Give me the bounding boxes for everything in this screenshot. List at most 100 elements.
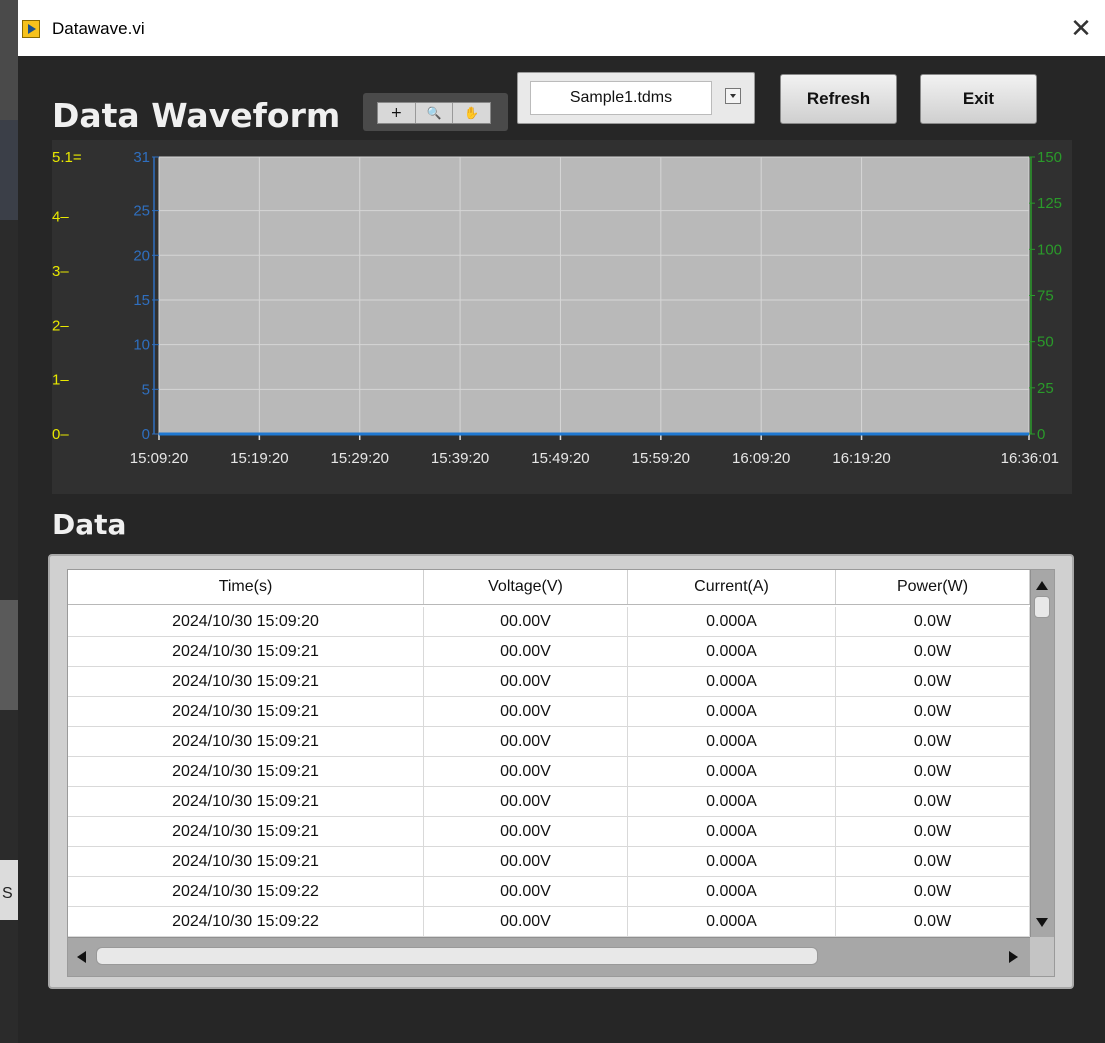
chevron-down-icon[interactable] xyxy=(725,88,741,104)
table-cell: 0.000A xyxy=(628,877,836,906)
column-header-time[interactable]: Time(s) xyxy=(68,570,424,604)
table-cell: 2024/10/30 15:09:21 xyxy=(68,697,424,726)
x-tick-label: 15:19:20 xyxy=(230,450,288,467)
scroll-up-icon[interactable] xyxy=(1036,581,1048,590)
y-tick-label: 1– xyxy=(52,372,69,389)
table-cell: 0.0W xyxy=(836,607,1030,636)
table-cell: 2024/10/30 15:09:21 xyxy=(68,757,424,786)
table-row[interactable]: 2024/10/30 15:09:21 00.00V 0.000A 0.0W xyxy=(68,667,1030,697)
data-table[interactable]: Time(s) Voltage(V) Current(A) Power(W) 2… xyxy=(67,569,1055,977)
exit-button[interactable]: Exit xyxy=(920,74,1037,124)
table-row[interactable]: 2024/10/30 15:09:22 00.00V 0.000A 0.0W xyxy=(68,907,1030,937)
y-tick-label: 4– xyxy=(52,209,69,226)
scroll-down-icon[interactable] xyxy=(1036,918,1048,927)
table-cell: 0.0W xyxy=(836,907,1030,936)
y-tick-label: 10 xyxy=(133,337,150,354)
column-header-voltage[interactable]: Voltage(V) xyxy=(424,570,628,604)
table-cell: 0.000A xyxy=(628,727,836,756)
graph-palette: + 🔍 ✋ xyxy=(363,93,508,131)
front-panel: Data Waveform + 🔍 ✋ Sample1.tdms Refresh… xyxy=(18,56,1105,1043)
table-cell: 00.00V xyxy=(424,607,628,636)
table-cell: 0.0W xyxy=(836,787,1030,816)
x-tick-label: 16:19:20 xyxy=(832,450,890,467)
page-title: Data Waveform xyxy=(52,96,341,135)
data-section-title: Data xyxy=(52,508,127,541)
refresh-button[interactable]: Refresh xyxy=(780,74,897,124)
crosshair-cursor-icon[interactable]: + xyxy=(378,103,416,123)
zoom-icon[interactable]: 🔍 xyxy=(416,103,454,123)
data-table-frame: Time(s) Voltage(V) Current(A) Power(W) 2… xyxy=(48,554,1074,989)
table-row[interactable]: 2024/10/30 15:09:21 00.00V 0.000A 0.0W xyxy=(68,847,1030,877)
x-tick-label: 15:49:20 xyxy=(531,450,589,467)
table-cell: 0.0W xyxy=(836,817,1030,846)
table-row[interactable]: 2024/10/30 15:09:21 00.00V 0.000A 0.0W xyxy=(68,757,1030,787)
table-body: 2024/10/30 15:09:20 00.00V 0.000A 0.0W 2024/… xyxy=(68,607,1030,937)
title-bar: Datawave.vi ✕ xyxy=(18,0,1105,56)
table-cell: 0.0W xyxy=(836,877,1030,906)
table-cell: 2024/10/30 15:09:20 xyxy=(68,607,424,636)
y-tick-label: 125 xyxy=(1037,195,1062,212)
window-title: Datawave.vi xyxy=(52,19,145,38)
x-tick-label: 15:59:20 xyxy=(632,450,690,467)
graph-tools: + 🔍 ✋ xyxy=(377,102,491,124)
table-row[interactable]: 2024/10/30 15:09:21 00.00V 0.000A 0.0W xyxy=(68,697,1030,727)
table-cell: 0.0W xyxy=(836,637,1030,666)
table-cell: 0.000A xyxy=(628,757,836,786)
table-cell: 2024/10/30 15:09:21 xyxy=(68,637,424,666)
table-cell: 0.000A xyxy=(628,637,836,666)
y-tick-label: 0 xyxy=(1037,426,1045,443)
labview-vi-icon xyxy=(22,20,40,38)
file-select[interactable]: Sample1.tdms xyxy=(517,72,755,124)
table-cell: 0.000A xyxy=(628,817,836,846)
y-tick-label: 0– xyxy=(52,426,69,443)
x-tick-label: 16:09:20 xyxy=(732,450,790,467)
table-cell: 2024/10/30 15:09:21 xyxy=(68,847,424,876)
x-tick-label: 15:29:20 xyxy=(331,450,389,467)
x-tick-label: 16:36:01 xyxy=(1001,450,1059,467)
datawave-window: Datawave.vi ✕ Data Waveform + 🔍 ✋ Sample… xyxy=(18,0,1105,1043)
scrollbar-corner xyxy=(1030,937,1054,976)
table-cell: 00.00V xyxy=(424,727,628,756)
table-row[interactable]: 2024/10/30 15:09:20 00.00V 0.000A 0.0W xyxy=(68,607,1030,637)
horizontal-scrollbar[interactable] xyxy=(68,937,1030,976)
desktop-segment xyxy=(0,0,18,120)
vertical-scrollbar[interactable] xyxy=(1030,570,1054,937)
column-header-power[interactable]: Power(W) xyxy=(836,570,1030,604)
table-header: Time(s) Voltage(V) Current(A) Power(W) xyxy=(68,570,1030,605)
table-row[interactable]: 2024/10/30 15:09:21 00.00V 0.000A 0.0W xyxy=(68,727,1030,757)
vertical-scroll-thumb[interactable] xyxy=(1034,596,1050,618)
y-tick-label: 31 xyxy=(133,149,150,166)
table-row[interactable]: 2024/10/30 15:09:21 00.00V 0.000A 0.0W xyxy=(68,817,1030,847)
desktop-edge-label: S xyxy=(2,885,13,902)
table-row[interactable]: 2024/10/30 15:09:21 00.00V 0.000A 0.0W xyxy=(68,637,1030,667)
table-cell: 00.00V xyxy=(424,757,628,786)
table-cell: 00.00V xyxy=(424,637,628,666)
y-tick-label: 0 xyxy=(142,426,150,443)
close-icon[interactable]: ✕ xyxy=(1066,13,1096,43)
table-cell: 2024/10/30 15:09:22 xyxy=(68,877,424,906)
horizontal-scroll-thumb[interactable] xyxy=(96,947,818,965)
y-tick-label: 3– xyxy=(52,263,69,280)
file-select-value[interactable]: Sample1.tdms xyxy=(530,81,712,115)
table-cell: 0.000A xyxy=(628,697,836,726)
y-tick-label: 50 xyxy=(1037,334,1054,351)
table-cell: 00.00V xyxy=(424,877,628,906)
scroll-right-icon[interactable] xyxy=(1009,951,1018,963)
pan-hand-icon[interactable]: ✋ xyxy=(453,103,490,123)
desktop-background-strip: S xyxy=(0,0,18,1043)
table-cell: 2024/10/30 15:09:21 xyxy=(68,667,424,696)
table-cell: 0.000A xyxy=(628,667,836,696)
table-cell: 00.00V xyxy=(424,787,628,816)
table-row[interactable]: 2024/10/30 15:09:21 00.00V 0.000A 0.0W xyxy=(68,787,1030,817)
waveform-graph[interactable]: 15:09:20 15:19:20 15:29:20 15:39:20 15:49:20… xyxy=(52,140,1072,494)
waveform-chart[interactable]: 15:09:20 15:19:20 15:29:20 15:39:20 15:49:20… xyxy=(52,140,1072,494)
column-header-current[interactable]: Current(A) xyxy=(628,570,836,604)
table-cell: 2024/10/30 15:09:21 xyxy=(68,817,424,846)
table-cell: 00.00V xyxy=(424,847,628,876)
scroll-left-icon[interactable] xyxy=(77,951,86,963)
table-cell: 0.000A xyxy=(628,607,836,636)
table-row[interactable]: 2024/10/30 15:09:22 00.00V 0.000A 0.0W xyxy=(68,877,1030,907)
table-cell: 00.00V xyxy=(424,667,628,696)
table-cell: 00.00V xyxy=(424,817,628,846)
y-tick-label: 15 xyxy=(133,292,150,309)
